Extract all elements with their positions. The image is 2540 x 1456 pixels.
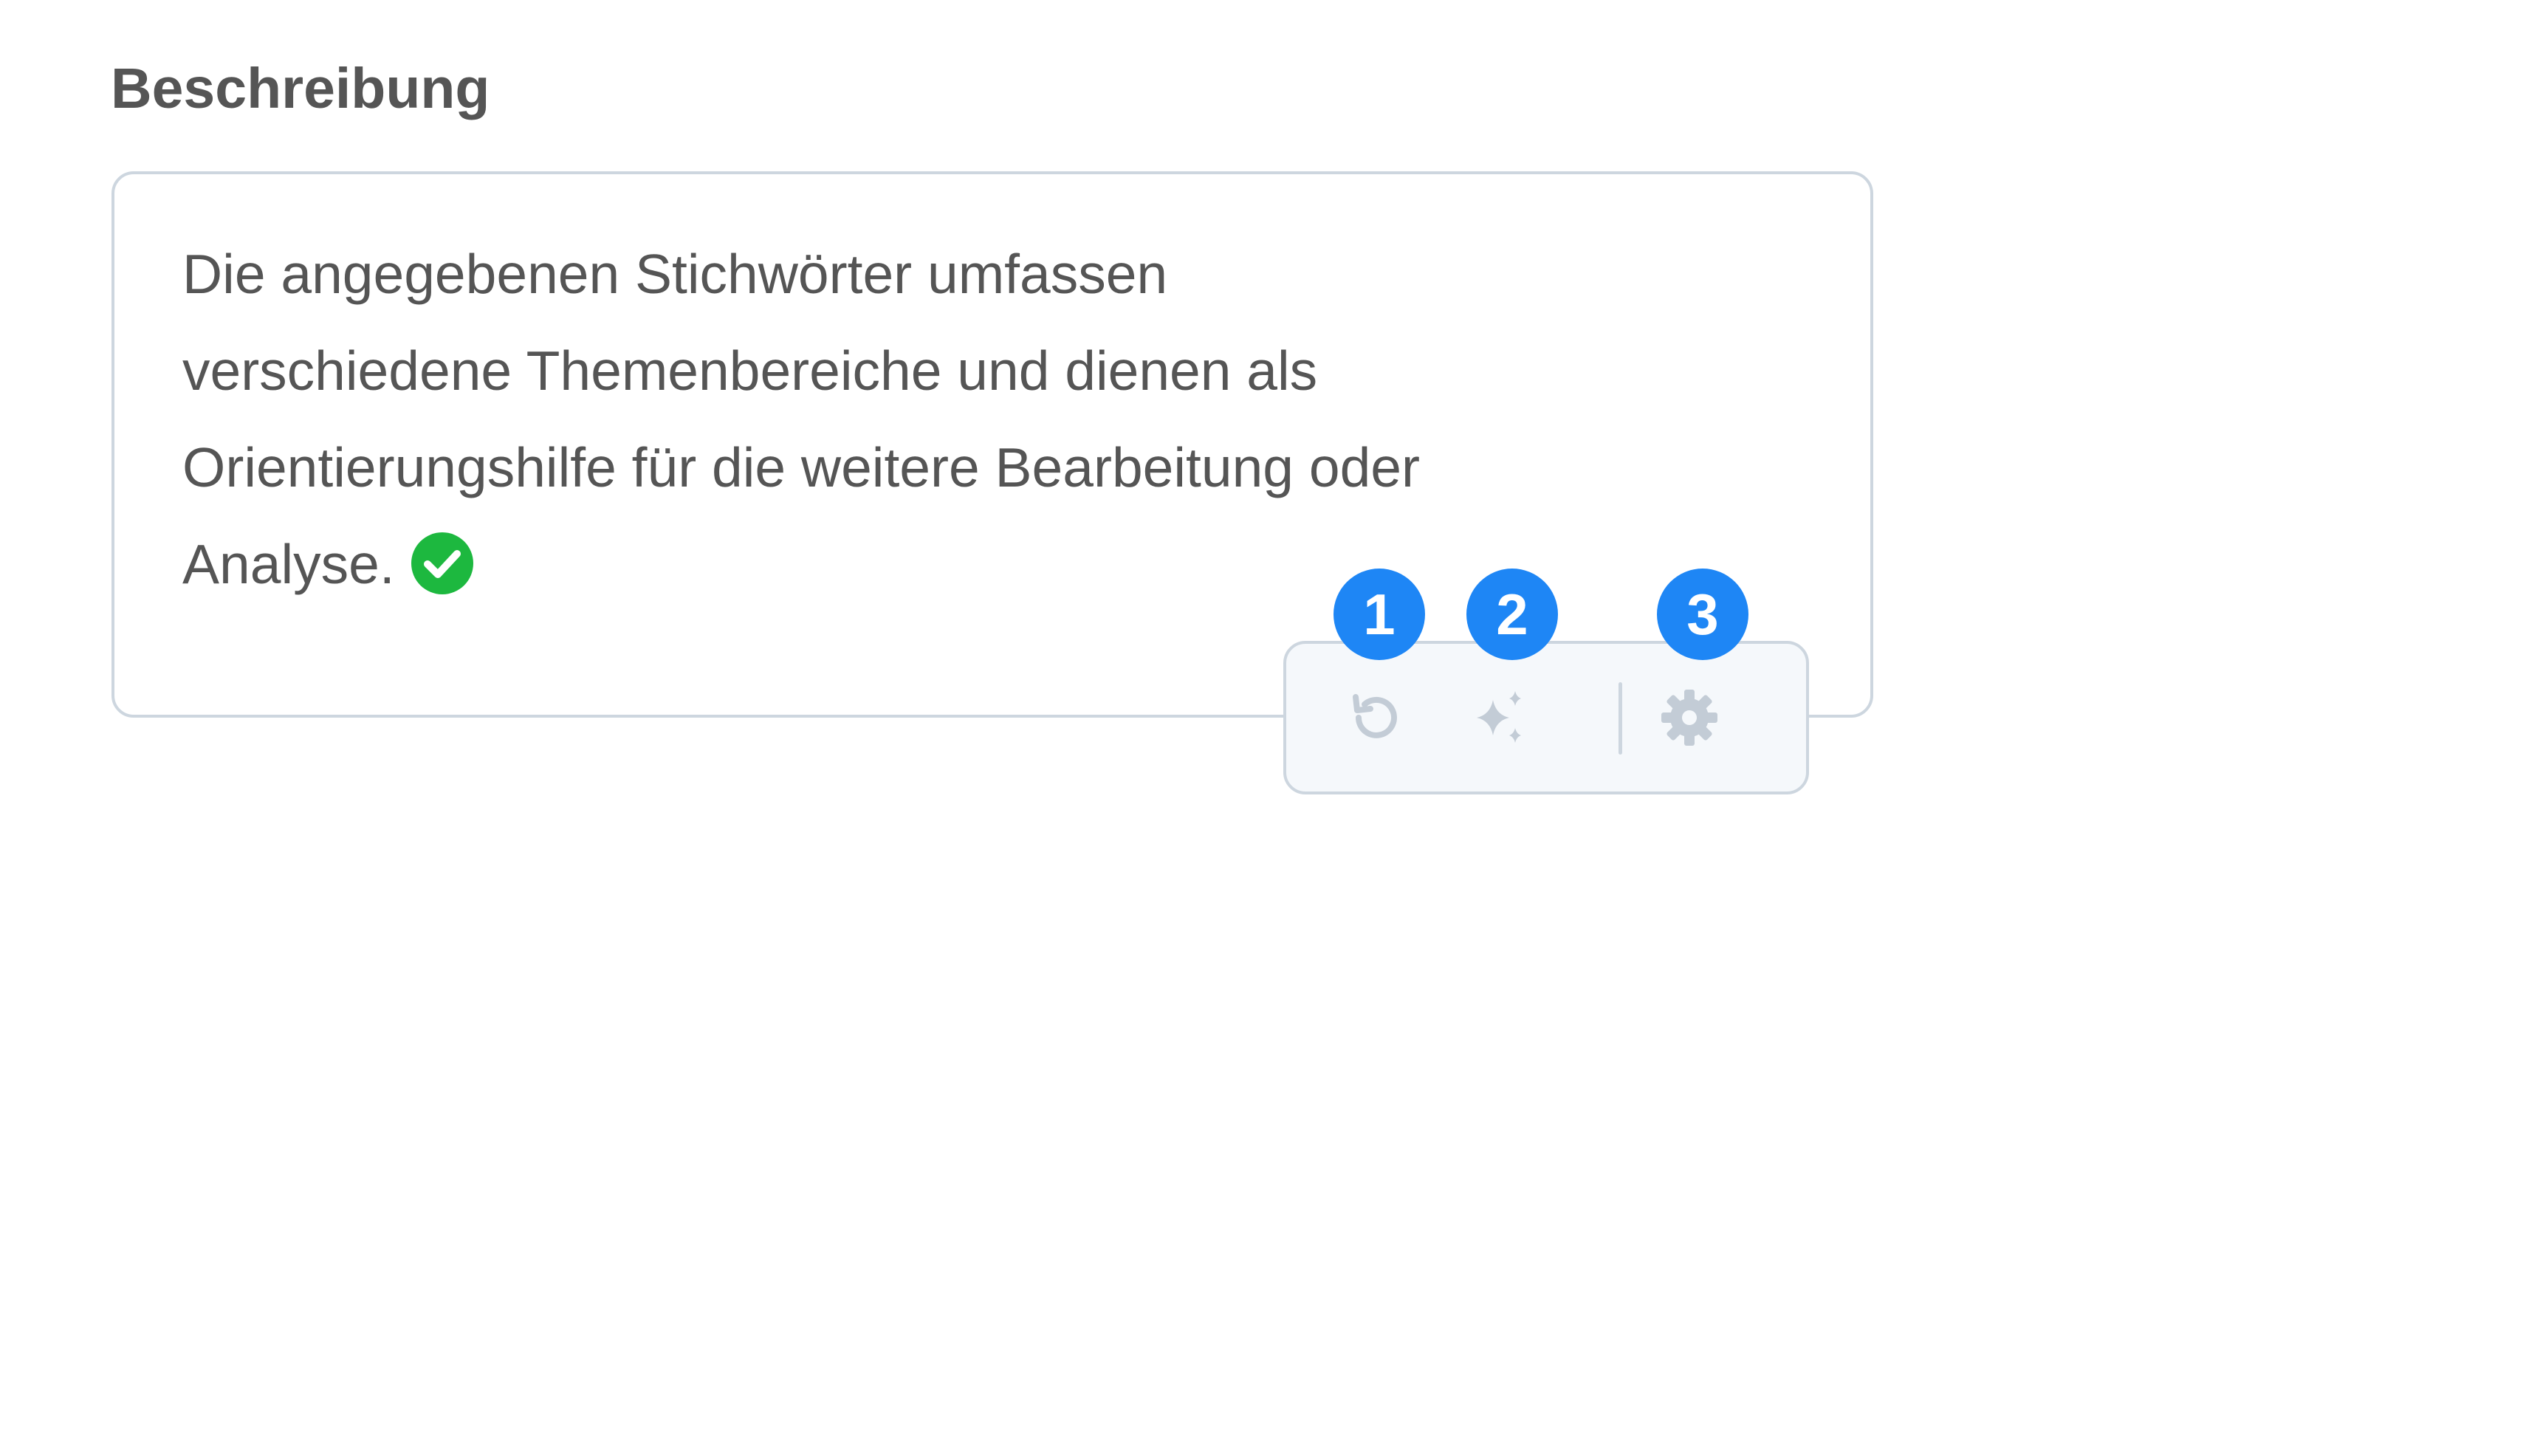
ai-generate-button[interactable]: [1462, 681, 1539, 758]
description-line: Orientierungshilfe für die weitere Bearb…: [182, 436, 1420, 498]
sparkles-icon: [1468, 685, 1533, 754]
callout-badge-2: 2: [1466, 569, 1558, 660]
description-line: Die angegebenen Stichwörter umfassen: [182, 243, 1168, 305]
undo-button[interactable]: [1336, 681, 1413, 758]
description-textarea[interactable]: Die angegebenen Stichwörter umfassen ver…: [111, 171, 1873, 718]
description-text[interactable]: Die angegebenen Stichwörter umfassen ver…: [182, 226, 1792, 613]
callout-badge-1: 1: [1334, 569, 1425, 660]
check-circle-icon: [410, 529, 475, 595]
description-line-text: Analyse.: [182, 533, 395, 595]
field-label: Beschreibung: [111, 57, 490, 120]
undo-icon: [1342, 685, 1407, 754]
callout-badge-3: 3: [1657, 569, 1748, 660]
settings-button[interactable]: [1651, 681, 1728, 758]
editor-toolbar: [1283, 641, 1809, 794]
description-line: verschiedene Themenbereiche und dienen a…: [182, 340, 1318, 402]
gear-icon: [1657, 685, 1722, 754]
toolbar-divider: [1619, 682, 1622, 755]
